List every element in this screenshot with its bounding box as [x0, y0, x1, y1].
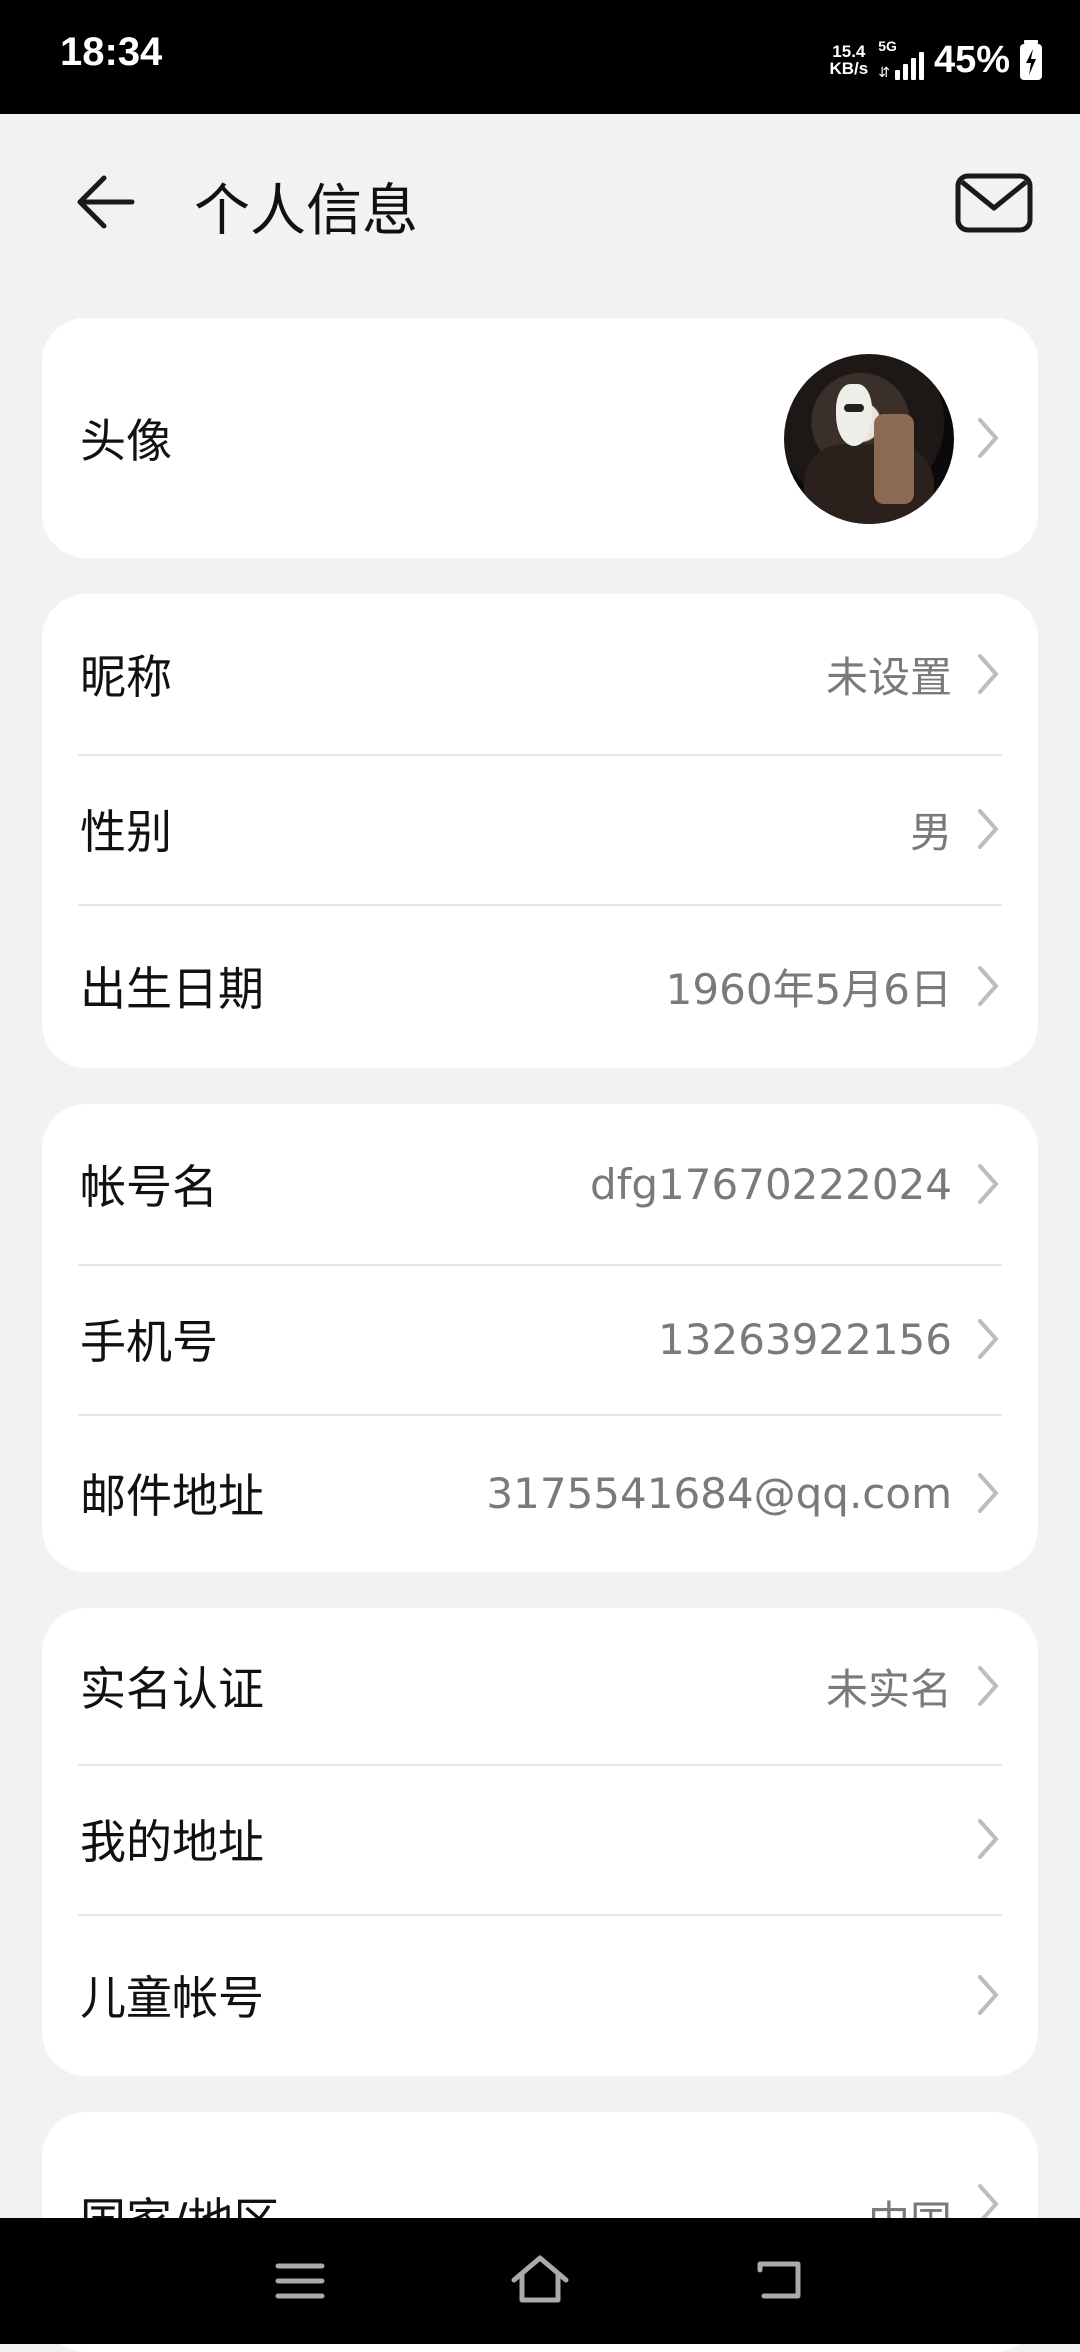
status-time: 18:34: [60, 30, 163, 74]
list-item-account-name[interactable]: 帐号名 dfg17670222024: [42, 1104, 1038, 1264]
data-arrows-icon: ⇵: [878, 65, 890, 81]
verification-card: 实名认证 未实名 我的地址 儿童帐号: [42, 1608, 1038, 2076]
chevron-right-icon: [978, 654, 999, 694]
list-item-address[interactable]: 我的地址: [42, 1764, 1038, 1914]
row-value: 男: [909, 807, 952, 857]
basic-info-card: 昵称 未设置 性别 男 出生日期 1960年5月6日: [42, 594, 1038, 1068]
mail-button[interactable]: [952, 166, 1036, 238]
list-item-real-name[interactable]: 实名认证 未实名: [42, 1608, 1038, 1764]
chevron-right-icon: [978, 418, 999, 458]
chevron-right-icon: [978, 1666, 999, 1706]
row-label: 我的地址: [80, 1815, 264, 1869]
avatar-card: 头像: [42, 318, 1038, 558]
row-value: dfg17670222024: [589, 1159, 952, 1209]
network-type: 5G: [878, 38, 897, 54]
list-item-birthday[interactable]: 出生日期 1960年5月6日: [42, 904, 1038, 1068]
list-item-email[interactable]: 邮件地址 3175541684@qq.com: [42, 1414, 1038, 1572]
row-label: 手机号: [80, 1315, 218, 1369]
account-info-card: 帐号名 dfg17670222024 手机号 13263922156 邮件地址 …: [42, 1104, 1038, 1572]
row-label: 出生日期: [80, 962, 264, 1016]
chevron-right-icon: [978, 1319, 999, 1359]
status-bar: 18:34 15.4 KB/s 5G ⇵ 45%: [0, 0, 1080, 114]
row-value: 3175541684@qq.com: [486, 1468, 952, 1518]
network-speed-value: 15.4: [832, 42, 866, 61]
avatar-row[interactable]: 头像: [42, 318, 1038, 558]
row-label: 性别: [80, 805, 172, 859]
menu-button[interactable]: [268, 2250, 332, 2312]
battery-percent: 45%: [933, 38, 1010, 81]
chevron-right-icon: [978, 1975, 999, 2015]
row-value: 13263922156: [658, 1314, 952, 1364]
network-speed: 15.4 KB/s: [829, 43, 868, 77]
back-nav-button[interactable]: [748, 2250, 812, 2312]
network-speed-unit: KB/s: [829, 59, 869, 78]
home-button[interactable]: [508, 2250, 572, 2312]
back-button[interactable]: [70, 164, 146, 240]
app-header: 个人信息: [0, 114, 1080, 284]
row-label: 儿童帐号: [80, 1971, 264, 2025]
home-icon: [511, 2255, 569, 2303]
row-label: 实名认证: [80, 1662, 264, 1716]
avatar-label: 头像: [80, 414, 172, 468]
chevron-right-icon: [978, 966, 999, 1006]
chevron-right-icon: [978, 809, 999, 849]
row-value: 1960年5月6日: [665, 964, 952, 1014]
list-item-nickname[interactable]: 昵称 未设置: [42, 594, 1038, 754]
page-title: 个人信息: [194, 179, 418, 244]
mail-icon: [955, 173, 1033, 233]
chevron-right-icon: [978, 1473, 999, 1513]
list-item-gender[interactable]: 性别 男: [42, 754, 1038, 904]
status-indicators: 15.4 KB/s 5G ⇵ 45%: [829, 36, 1042, 84]
row-label: 帐号名: [80, 1160, 218, 1214]
avatar[interactable]: [784, 354, 954, 524]
chevron-right-icon: [978, 1164, 999, 1204]
battery-charging-icon: [1020, 40, 1042, 80]
chevron-right-icon: [978, 1819, 999, 1859]
signal-icon: 5G ⇵: [878, 38, 924, 81]
row-label: 邮件地址: [80, 1469, 264, 1523]
arrow-left-icon: [77, 175, 135, 229]
list-item-child-account[interactable]: 儿童帐号: [42, 1914, 1038, 2076]
row-value: 未实名: [825, 1664, 952, 1714]
list-item-phone[interactable]: 手机号 13263922156: [42, 1264, 1038, 1414]
back-icon: [757, 2261, 801, 2299]
row-value: 未设置: [825, 652, 952, 702]
menu-icon: [275, 2263, 325, 2299]
system-nav-bar: [0, 2218, 1080, 2344]
row-label: 昵称: [80, 650, 172, 704]
